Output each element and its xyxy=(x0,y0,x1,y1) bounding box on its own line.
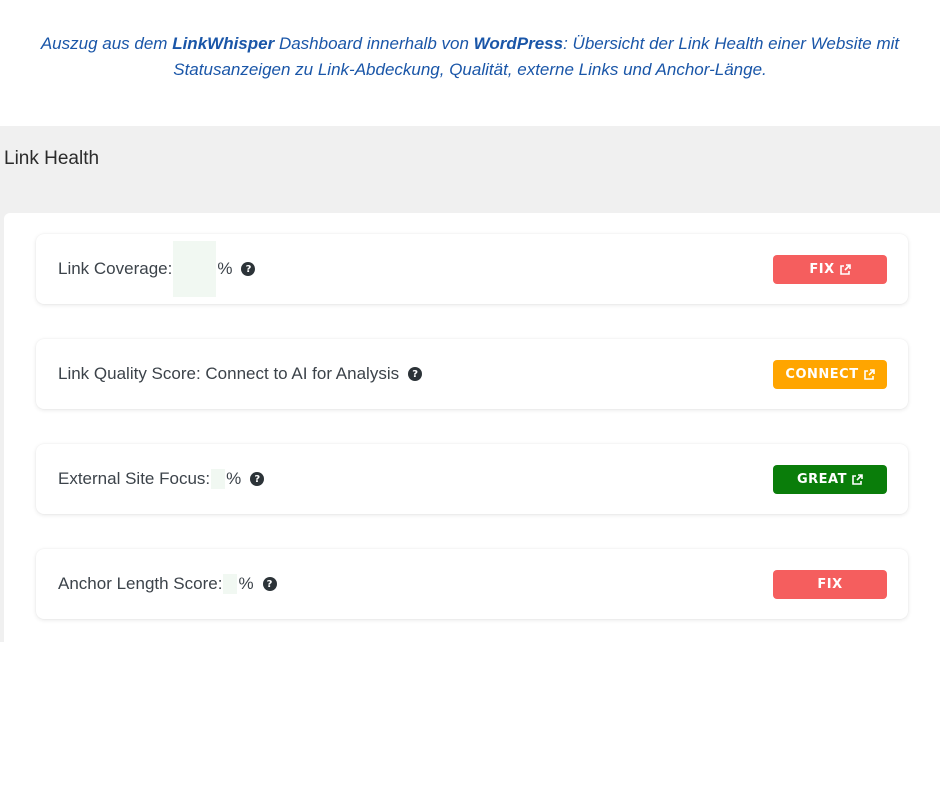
health-row-anchor-length: Anchor Length Score: % ? FIX xyxy=(36,549,908,619)
external-link-icon xyxy=(863,368,875,381)
row-suffix: % xyxy=(238,574,254,593)
redacted-value xyxy=(211,469,226,489)
great-button[interactable]: GREAT xyxy=(773,465,887,494)
button-label: GREAT xyxy=(797,472,847,487)
fix-button[interactable]: FIX xyxy=(773,255,887,284)
row-label: External Site Focus: xyxy=(58,469,211,488)
row-label: Anchor Length Score: xyxy=(58,574,223,593)
row-label: Link Quality Score: Connect to AI for An… xyxy=(58,364,400,383)
help-icon[interactable]: ? xyxy=(408,367,423,381)
row-label-container: Anchor Length Score: % ? xyxy=(58,549,277,619)
caption-brand: LinkWhisper xyxy=(172,34,275,53)
fix-button[interactable]: FIX xyxy=(773,570,887,599)
row-label-container: Link Coverage: % ? xyxy=(58,234,256,304)
button-label: FIX xyxy=(809,262,835,277)
row-suffix: % xyxy=(217,259,233,278)
connect-button[interactable]: CONNECT xyxy=(773,360,887,389)
caption-platform: WordPress xyxy=(473,34,564,53)
help-icon[interactable]: ? xyxy=(241,262,256,276)
row-label-container: External Site Focus: % ? xyxy=(58,444,265,514)
external-link-icon xyxy=(851,473,863,486)
panel-title: Link Health xyxy=(4,148,100,169)
caption-text: Dashboard innerhalb von xyxy=(274,34,474,53)
health-row-link-coverage: Link Coverage: % ? FIX xyxy=(36,234,908,304)
link-health-panel: Link Health Link Coverage: % ? FIX Link … xyxy=(0,126,940,642)
button-label: FIX xyxy=(817,577,843,592)
caption-text: Auszug aus dem xyxy=(40,34,173,53)
external-link-icon xyxy=(839,263,851,276)
redacted-value xyxy=(223,574,238,594)
image-caption: Auszug aus dem LinkWhisper Dashboard inn… xyxy=(0,31,940,83)
row-label-container: Link Quality Score: Connect to AI for An… xyxy=(58,339,423,409)
panel-body: Link Coverage: % ? FIX Link Quality Scor… xyxy=(4,213,940,642)
help-icon[interactable]: ? xyxy=(262,577,277,591)
health-row-link-quality: Link Quality Score: Connect to AI for An… xyxy=(36,339,908,409)
help-icon[interactable]: ? xyxy=(250,472,265,486)
health-row-external-site-focus: External Site Focus: % ? GREAT xyxy=(36,444,908,514)
redacted-value xyxy=(173,241,217,297)
row-suffix: % xyxy=(226,469,242,488)
row-label: Link Coverage: xyxy=(58,259,173,278)
button-label: CONNECT xyxy=(785,367,859,382)
